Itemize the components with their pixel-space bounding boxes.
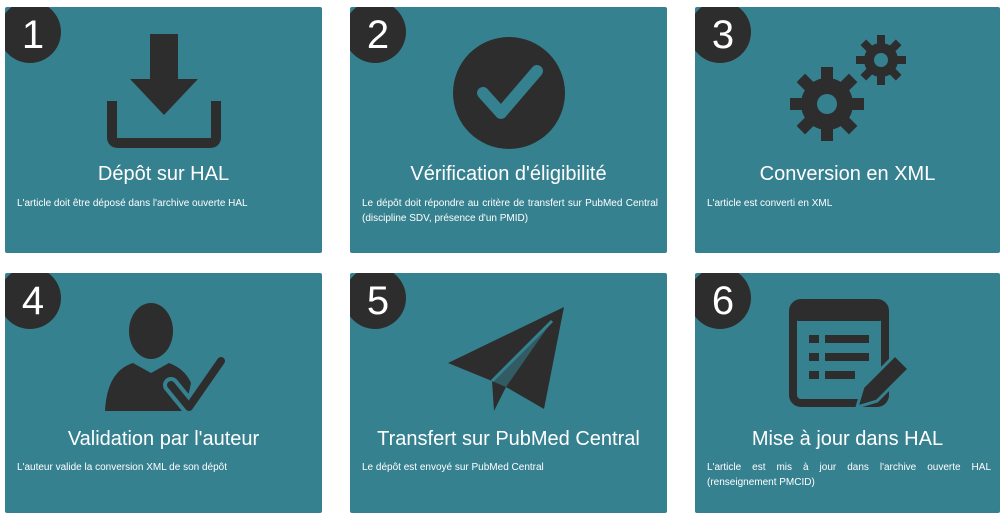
step-card-1: 1 Dépôt sur HAL L'article doit être dépo…: [5, 7, 322, 253]
step-title: Validation par l'auteur: [67, 428, 260, 450]
gears-icon: [778, 19, 918, 159]
step-description: Le dépôt est envoyé sur PubMed Central: [362, 462, 544, 473]
step-description: L'article est converti en XML: [707, 198, 833, 209]
step-description: Le dépôt doit répondre au critère de tra…: [362, 198, 658, 224]
step-number-badge: 5: [350, 273, 406, 329]
check-circle-icon: [439, 19, 579, 159]
step-number-badge: 2: [350, 7, 406, 63]
paper-plane-icon: [439, 289, 579, 429]
step-description: L'auteur valide la conversion XML de son…: [17, 462, 228, 473]
steps-grid: 1 Dépôt sur HAL L'article doit être dépo…: [0, 0, 1000, 513]
step-title: Vérification d'éligibilité: [410, 163, 607, 185]
step-number-badge: 3: [695, 7, 751, 63]
step-number-badge: 4: [5, 273, 61, 329]
step-number-badge: 6: [695, 273, 751, 329]
download-icon: [94, 19, 234, 159]
step-description: L'article doit être déposé dans l'archiv…: [17, 198, 248, 209]
step-title: Conversion en XML: [759, 163, 936, 185]
user-check-icon: [94, 289, 234, 429]
step-title: Mise à jour dans HAL: [751, 428, 944, 450]
step-card-3: 3 Conversion en XML L'article est conver…: [695, 7, 1000, 253]
step-card-2: 2 Vérification d'éligibilité Le dépôt do…: [350, 7, 667, 253]
step-description: L'article est mis à jour dans l'archive …: [707, 462, 991, 488]
step-title: Transfert sur PubMed Central: [377, 428, 640, 450]
edit-document-icon: [778, 289, 918, 429]
step-card-6: 6 Mise à jour dans HAL L'article est mis…: [695, 273, 1000, 513]
step-card-5: 5 Transfert sur PubMed Central Le dépôt …: [350, 273, 667, 513]
step-card-4: 4 Validation par l'auteur L'auteur valid…: [5, 273, 322, 513]
step-title: Dépôt sur HAL: [97, 163, 230, 185]
step-number-badge: 1: [5, 7, 61, 63]
